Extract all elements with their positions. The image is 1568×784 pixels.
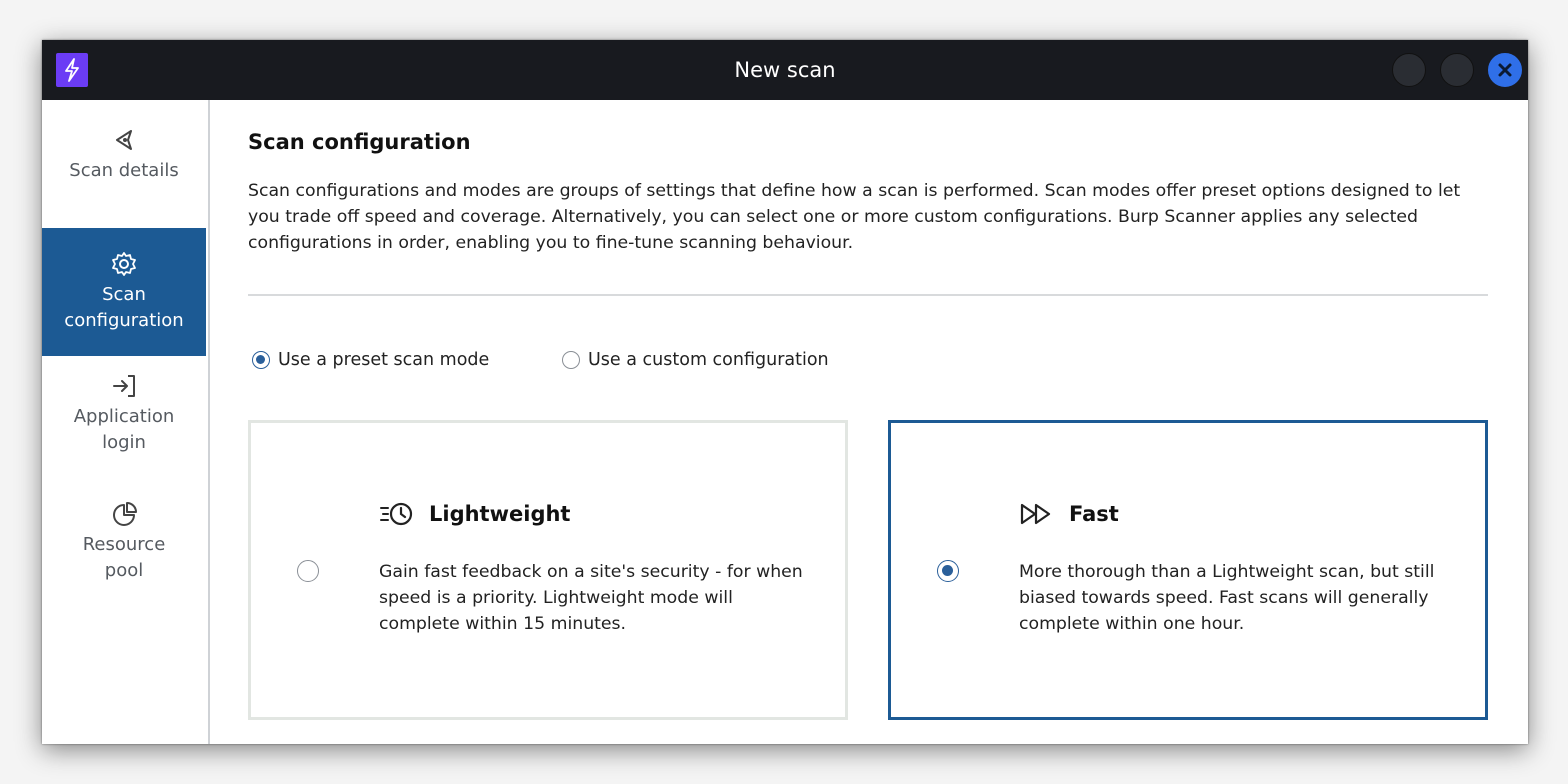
sidebar-item-scan-configuration[interactable]: Scan configuration	[42, 228, 206, 356]
preset-card-lightweight[interactable]: Lightweight Gain fast feedback on a site…	[248, 420, 848, 720]
radio-custom-configuration[interactable]: Use a custom configuration	[562, 350, 829, 370]
preset-title-label: Fast	[1069, 502, 1119, 526]
sidebar-item-scan-details[interactable]: Scan details	[42, 126, 206, 226]
radio-button-unchecked[interactable]	[562, 351, 580, 369]
burp-app-icon	[56, 53, 88, 87]
sidebar-item-application-login[interactable]: Application login	[42, 372, 206, 482]
sidebar-item-label: Application login	[73, 406, 175, 453]
page-title: Scan configuration	[248, 130, 471, 154]
maximize-button[interactable]	[1440, 53, 1474, 87]
sidebar: Scan details Scan configuration Applicat…	[42, 100, 210, 744]
preset-card-fast[interactable]: Fast More thorough than a Lightweight sc…	[888, 420, 1488, 720]
sidebar-item-label: Scan details	[69, 160, 179, 181]
new-scan-window: New scan Scan details Scan configuration	[42, 40, 1528, 744]
radio-preset-scan-mode[interactable]: Use a preset scan mode	[252, 350, 489, 370]
fast-clock-icon	[380, 502, 413, 526]
radio-label: Use a custom configuration	[588, 350, 829, 370]
radio-button-checked[interactable]	[252, 351, 270, 369]
login-icon	[113, 375, 135, 397]
minimize-button[interactable]	[1392, 53, 1426, 87]
title-bar: New scan	[42, 40, 1528, 100]
fast-forward-icon	[1020, 503, 1051, 525]
window-title: New scan	[734, 58, 836, 82]
target-arrow-icon	[116, 130, 132, 150]
gear-icon	[112, 252, 136, 276]
page-description: Scan configurations and modes are groups…	[248, 181, 1461, 253]
preset-description: More thorough than a Lightweight scan, b…	[1019, 562, 1435, 634]
preset-title-label: Lightweight	[429, 502, 571, 526]
sidebar-item-label: Scan configuration	[64, 284, 184, 331]
radio-label: Use a preset scan mode	[278, 350, 490, 370]
close-button[interactable]	[1488, 53, 1522, 87]
close-icon	[1498, 63, 1512, 77]
fast-radio[interactable]	[937, 560, 959, 582]
main-content: Scan configuration Scan configurations a…	[248, 100, 1488, 744]
pie-chart-icon	[113, 502, 137, 526]
lightweight-radio[interactable]	[297, 560, 319, 582]
preset-description: Gain fast feedback on a site's security …	[379, 562, 803, 634]
preset-title: Lightweight	[379, 501, 570, 527]
sidebar-item-resource-pool[interactable]: Resource pool	[42, 500, 206, 610]
sidebar-item-label: Resource pool	[82, 534, 166, 581]
divider	[248, 294, 1488, 296]
preset-title: Fast	[1019, 501, 1119, 527]
